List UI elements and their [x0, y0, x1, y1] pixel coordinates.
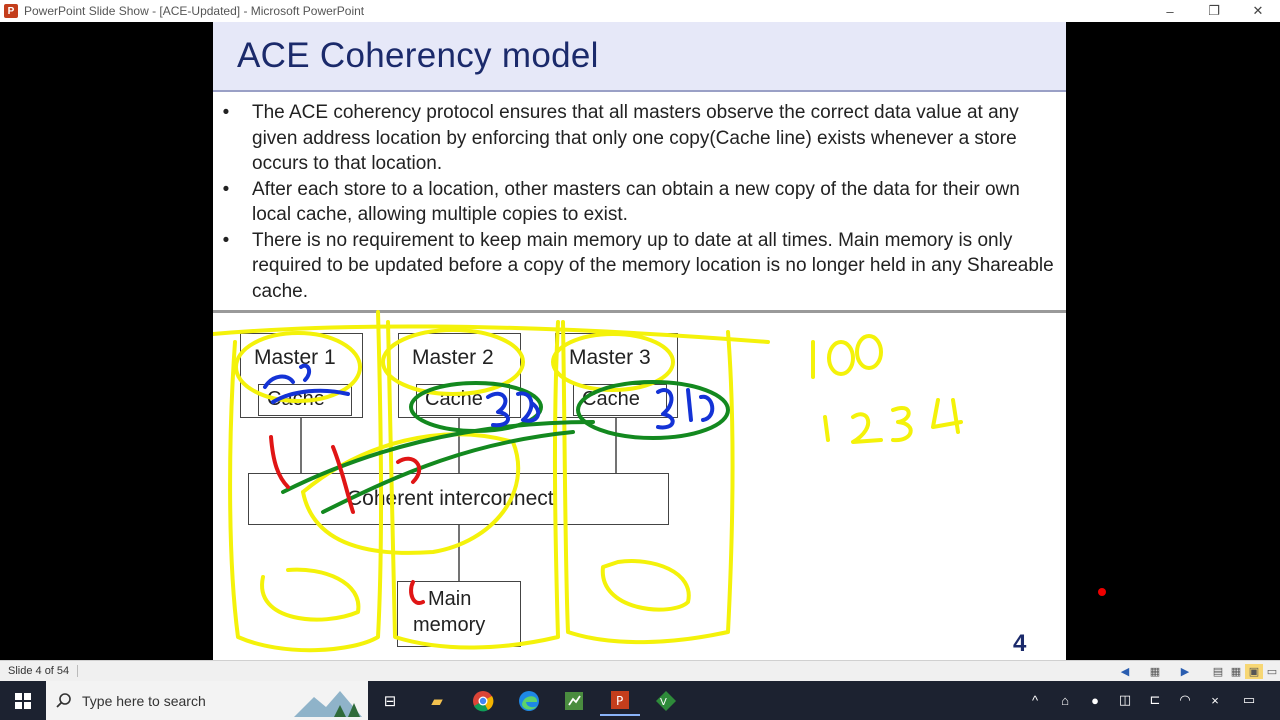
svg-text:P: P	[616, 694, 623, 708]
microphone-icon[interactable]: ●	[1084, 689, 1106, 711]
slide-counter: Slide 4 of 54	[8, 665, 79, 677]
svg-text:V: V	[660, 697, 667, 708]
chrome-icon[interactable]	[463, 686, 503, 716]
search-placeholder: Type here to search	[82, 692, 206, 709]
search-icon	[56, 693, 71, 708]
slide-menu-icon[interactable]: ▦	[1146, 664, 1164, 679]
slideshow-stage[interactable]: ACE Coherency model • The ACE coherency p…	[0, 22, 1280, 660]
close-button[interactable]: ✕	[1236, 0, 1280, 22]
powerpoint-app-icon[interactable]: P	[4, 4, 18, 18]
slide-sorter-icon[interactable]: ▦	[1227, 664, 1245, 679]
previous-slide-icon[interactable]: ◀	[1116, 664, 1134, 679]
meet-now-icon[interactable]: ⌂	[1054, 689, 1076, 711]
pen-annotations	[213, 310, 963, 653]
next-slide-icon[interactable]: ▶	[1176, 664, 1194, 679]
screen-capture-icon[interactable]: ◫	[1114, 689, 1136, 711]
show-hidden-icons-chevron-icon[interactable]: ^	[1024, 689, 1046, 711]
notifications-icon[interactable]: ▭	[1238, 689, 1260, 711]
task-view-icon[interactable]: ⊟	[370, 686, 410, 716]
laser-pointer-icon	[1098, 588, 1106, 596]
slide-number: 4	[1013, 630, 1027, 657]
volume-muted-icon[interactable]: ×	[1204, 689, 1226, 711]
normal-view-icon[interactable]: ▤	[1209, 664, 1227, 679]
powerpoint-taskbar-icon[interactable]: P	[600, 686, 640, 716]
wifi-icon[interactable]: ◠	[1174, 689, 1196, 711]
yellow-ink	[213, 310, 963, 653]
window-titlebar: P PowerPoint Slide Show - [ACE-Updated] …	[0, 0, 1280, 22]
slideshow-view-icon[interactable]: ▭	[1263, 664, 1280, 679]
minimize-button[interactable]: –	[1148, 0, 1192, 22]
start-button[interactable]	[0, 681, 46, 720]
window-title: PowerPoint Slide Show - [ACE-Updated] - …	[24, 4, 365, 18]
taskbar-search-box[interactable]: Type here to search	[46, 681, 368, 720]
windows-logo-icon	[15, 692, 31, 709]
windows-taskbar: Type here to search ⊟ ▰ P V ^ ⌂ ● ◫ ⊏ ◠ …	[0, 681, 1280, 720]
reading-view-icon[interactable]: ▣	[1245, 664, 1263, 679]
status-bar: Slide 4 of 54 ◀ ▦ ▶ ▤ ▦ ▣ ▭	[0, 660, 1280, 681]
search-highlight-image	[294, 691, 362, 717]
excel-like-app-icon[interactable]	[554, 686, 594, 716]
network-icon[interactable]: ⊏	[1144, 689, 1166, 711]
file-explorer-icon[interactable]: ▰	[417, 686, 457, 716]
slide[interactable]: ACE Coherency model • The ACE coherency p…	[213, 22, 1066, 660]
edge-icon[interactable]	[509, 686, 549, 716]
restore-button[interactable]: ❐	[1192, 0, 1236, 22]
vim-icon[interactable]: V	[646, 686, 686, 716]
